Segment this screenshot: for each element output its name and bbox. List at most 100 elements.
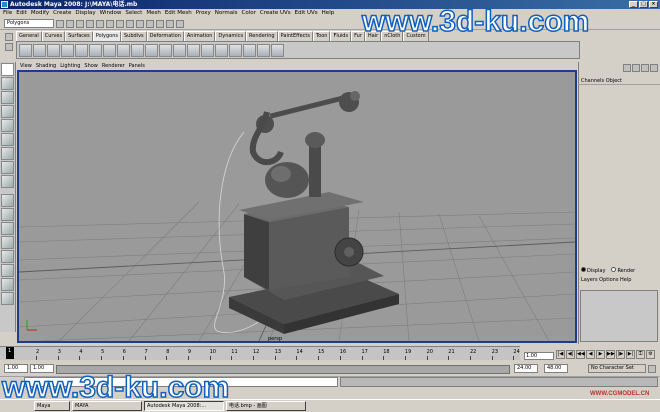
perspective-viewport[interactable]: [17, 70, 577, 343]
poly-cube-icon[interactable]: [33, 44, 46, 57]
separate-icon[interactable]: [117, 44, 130, 57]
menu-display[interactable]: Display: [75, 9, 95, 18]
panel-menu-panels[interactable]: Panels: [129, 62, 145, 70]
planar-map-icon[interactable]: [229, 44, 242, 57]
persp-graph-layout-icon[interactable]: [1, 236, 14, 249]
scale-tool-icon[interactable]: [1, 133, 14, 146]
playback-end-field[interactable]: 24.00: [514, 364, 538, 373]
menu-proxy[interactable]: Proxy: [196, 9, 211, 18]
single-perspective-layout-icon[interactable]: [1, 194, 14, 207]
hypershade-layout-icon[interactable]: [1, 250, 14, 263]
character-set-menu[interactable]: No Character Set: [588, 364, 646, 373]
step-forward-frame-button[interactable]: |▶: [616, 350, 625, 359]
taskbar-item-paint[interactable]: 电话.bmp - 画图: [226, 401, 306, 411]
manipulator-icon[interactable]: [1, 147, 14, 160]
soft-mod-icon[interactable]: [1, 161, 14, 174]
current-frame-marker[interactable]: 1: [6, 347, 14, 359]
uv-editor-icon[interactable]: [215, 44, 228, 57]
menu-set-dropdown[interactable]: Polygons: [4, 19, 54, 28]
channel-box-header[interactable]: Channels Object: [578, 77, 660, 85]
tab-deformation[interactable]: Deformation: [146, 31, 184, 41]
combine-icon[interactable]: [103, 44, 116, 57]
select-tool-icon[interactable]: [1, 63, 14, 76]
menu-edit[interactable]: Edit: [16, 9, 27, 18]
select-object-icon[interactable]: [96, 19, 104, 28]
panel-menu-lighting[interactable]: Lighting: [60, 62, 80, 70]
select-component-icon[interactable]: [106, 19, 114, 28]
time-slider[interactable]: 2 3 4 5 6 7 8 9 10 11 12 13 14 15 16 17 18 19 20 21 22 23 24: [0, 346, 520, 360]
split-icon[interactable]: [173, 44, 186, 57]
display-layer-option[interactable]: Display: [581, 267, 605, 274]
go-to-end-button[interactable]: ▶|: [626, 350, 635, 359]
tab-subdivs[interactable]: Subdivs: [121, 31, 147, 41]
tab-fluids[interactable]: Fluids: [330, 31, 352, 41]
tool-settings-toggle-icon[interactable]: [641, 64, 649, 72]
render-layer-option[interactable]: Render: [611, 267, 635, 274]
last-tool-icon[interactable]: [1, 175, 14, 188]
poly-plane-icon[interactable]: [75, 44, 88, 57]
menu-create[interactable]: Create: [53, 9, 71, 18]
tab-animation[interactable]: Animation: [183, 31, 216, 41]
menu-modify[interactable]: Modify: [31, 9, 49, 18]
menu-normals[interactable]: Normals: [215, 9, 238, 18]
key-icon[interactable]: ⚿: [636, 350, 645, 359]
poly-torus-icon[interactable]: [89, 44, 102, 57]
anim-prefs-icon[interactable]: ⚙: [646, 350, 655, 359]
bridge-icon[interactable]: [145, 44, 158, 57]
move-tool-icon[interactable]: [1, 105, 14, 118]
save-scene-icon[interactable]: [76, 19, 84, 28]
bevel-icon[interactable]: [187, 44, 200, 57]
smooth-icon[interactable]: [201, 44, 214, 57]
channel-box-toggle-icon[interactable]: [623, 64, 631, 72]
panel-layout-icon[interactable]: [650, 64, 658, 72]
automatic-map-icon[interactable]: [271, 44, 284, 57]
tab-rendering[interactable]: Rendering: [246, 31, 278, 41]
persp-outliner-layout-icon[interactable]: [1, 222, 14, 235]
cylindrical-map-icon[interactable]: [243, 44, 256, 57]
poly-cone-icon[interactable]: [61, 44, 74, 57]
animation-end-field[interactable]: 48.00: [544, 364, 568, 373]
tab-dynamics[interactable]: Dynamics: [215, 31, 247, 41]
menu-file[interactable]: File: [3, 9, 12, 18]
menu-mesh[interactable]: Mesh: [146, 9, 160, 18]
go-to-start-button[interactable]: |◀: [556, 350, 565, 359]
spherical-map-icon[interactable]: [257, 44, 270, 57]
layer-menu[interactable]: Layers Options Help: [578, 275, 660, 284]
panel-menu-renderer[interactable]: Renderer: [102, 62, 125, 70]
extrude-icon[interactable]: [131, 44, 144, 57]
lasso-tool-icon[interactable]: [1, 77, 14, 90]
open-scene-icon[interactable]: [66, 19, 74, 28]
play-backwards-button[interactable]: ◀: [586, 350, 595, 359]
display-radio[interactable]: [581, 267, 586, 272]
render-icon[interactable]: [156, 19, 164, 28]
snap-curve-icon[interactable]: [126, 19, 134, 28]
tab-toon[interactable]: Toon: [312, 31, 331, 41]
tab-curves[interactable]: Curves: [41, 31, 66, 41]
poly-sphere-icon[interactable]: [19, 44, 32, 57]
ipr-render-icon[interactable]: [166, 19, 174, 28]
tab-general[interactable]: General: [16, 31, 42, 41]
panel-menu-shading[interactable]: Shading: [36, 62, 56, 70]
close-button[interactable]: ×: [649, 1, 658, 8]
shelf-menu-icon[interactable]: [5, 33, 13, 41]
paint-select-icon[interactable]: [1, 91, 14, 104]
step-back-frame-button[interactable]: ◀|: [566, 350, 575, 359]
panel-menu-view[interactable]: View: [20, 62, 32, 70]
menu-create-uvs[interactable]: Create UVs: [260, 9, 291, 18]
step-forward-key-button[interactable]: ▶▶: [606, 350, 615, 359]
menu-window[interactable]: Window: [100, 9, 122, 18]
render-radio[interactable]: [611, 267, 617, 272]
snap-grid-icon[interactable]: [116, 19, 124, 28]
snap-point-icon[interactable]: [136, 19, 144, 28]
shelf-options[interactable]: [2, 31, 16, 59]
menu-color[interactable]: Color: [242, 9, 256, 18]
poly-cylinder-icon[interactable]: [47, 44, 60, 57]
menu-select[interactable]: Select: [125, 9, 142, 18]
layer-list[interactable]: [580, 290, 658, 342]
tab-painteffects[interactable]: PaintEffects: [277, 31, 313, 41]
tab-surfaces[interactable]: Surfaces: [65, 31, 93, 41]
graph-hypershade-layout-icon[interactable]: [1, 264, 14, 277]
character-set-icon[interactable]: [648, 365, 656, 373]
panel-menu-show[interactable]: Show: [84, 62, 98, 70]
play-forwards-button[interactable]: ▶: [596, 350, 605, 359]
